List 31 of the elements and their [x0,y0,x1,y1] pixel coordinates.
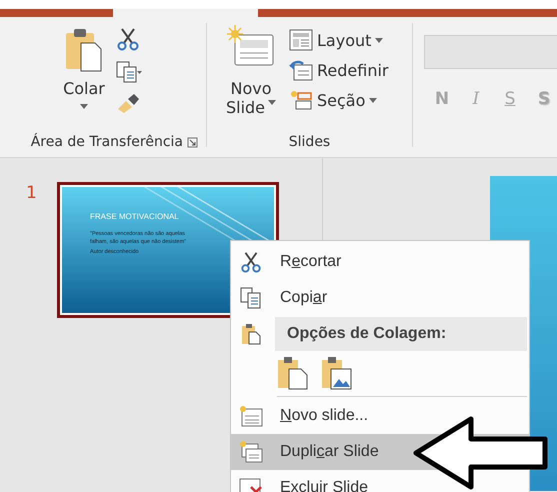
paste-picture-icon[interactable] [321,356,353,390]
caret-icon [268,100,276,105]
slide-number: 1 [25,183,38,203]
copy-icon [239,287,263,309]
ribbon-command[interactable]: Redefinir [289,59,388,81]
clipboard-icon [239,323,263,345]
new-slide-icon [239,405,263,427]
copy-icon[interactable] [116,61,142,83]
duplicate-slide-icon [239,441,263,463]
section-icon [289,89,313,111]
font-field[interactable] [424,35,557,69]
menu-item[interactable]: Excluir Slide [231,470,415,492]
scissors-icon[interactable] [116,27,140,51]
scissors-icon [239,251,263,273]
paste-icon[interactable] [277,356,309,390]
ribbon-command[interactable]: Seção [289,89,388,111]
group-title: Área de Transferência [30,134,183,150]
group-title: Slides [288,134,330,150]
slide-title: FRASE MOTIVACIONAL [90,212,180,221]
clipboard-icon [64,27,104,73]
ribbon-command[interactable]: Layout [289,29,388,51]
brush-icon[interactable] [116,93,140,115]
menu-section-header: Opções de Colagem: [275,317,527,351]
caret-icon [80,104,88,109]
paste-button[interactable]: Colar [56,27,112,127]
reset-icon [289,59,313,81]
menu-item[interactable]: Novo slide... [231,398,415,434]
layout-icon [289,29,313,51]
new-slide-button[interactable]: Novo Slide [223,25,279,127]
dialog-launcher-icon[interactable] [187,136,198,148]
menu-item[interactable]: Duplicar Slide [231,434,415,470]
